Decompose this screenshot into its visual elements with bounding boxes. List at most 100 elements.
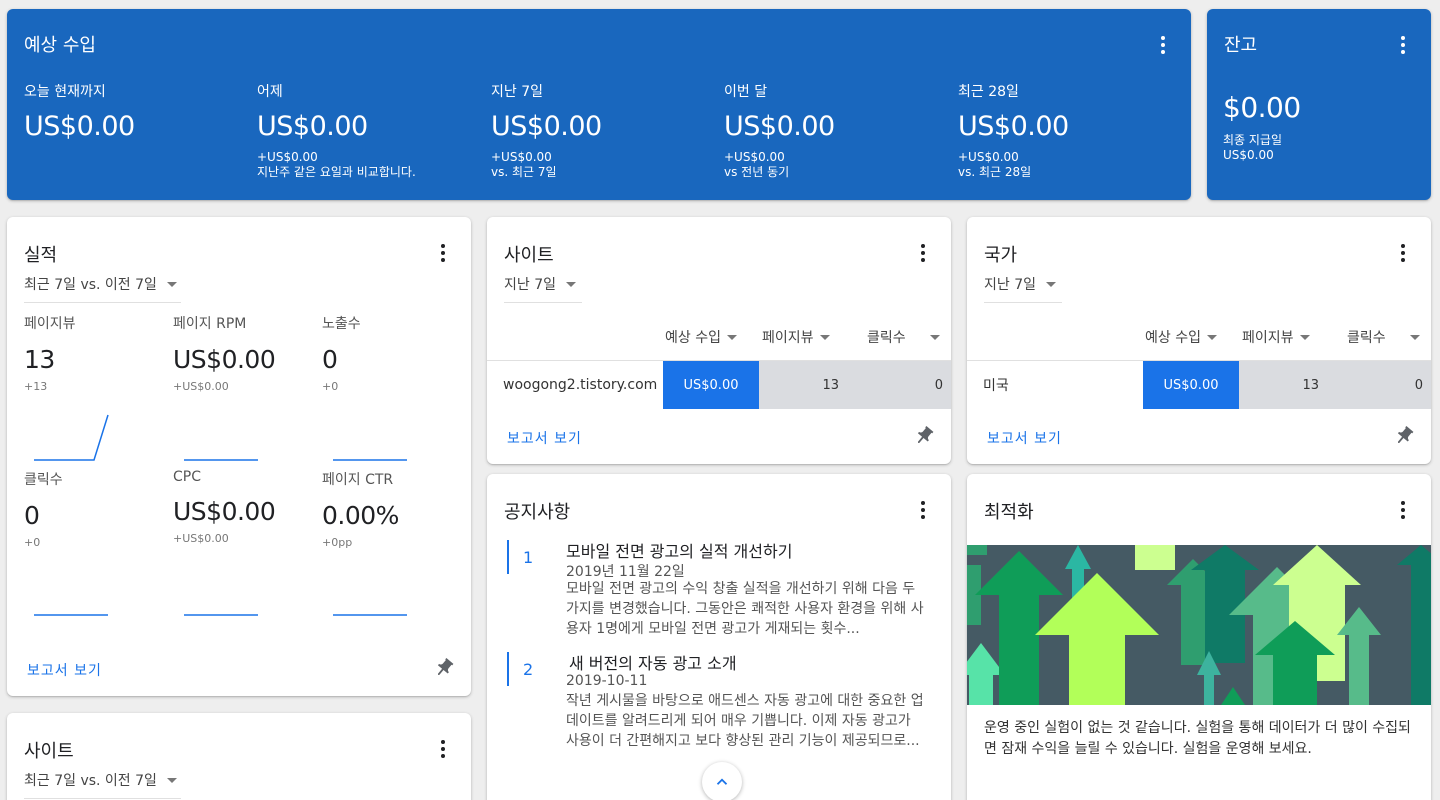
column-header-pageviews[interactable]: 페이지뷰 [1242,327,1310,347]
metric-clicks[interactable]: 클릭수 0 +0 [24,469,164,549]
column-header-label: 클릭수 [1347,330,1386,346]
countries-range-dropdown[interactable]: 지난 7일 [984,274,1062,303]
metric-value: 0 [24,501,40,530]
performance-range-dropdown[interactable]: 최근 7일 vs. 이전 7일 [24,274,181,303]
countries-title: 국가 [984,245,1018,266]
metric-value: US$0.00 [173,345,276,374]
range-label: 최근 7일 vs. 이전 7일 [24,773,157,789]
column-header-pageviews[interactable]: 페이지뷰 [762,327,830,347]
earnings-delta: +US$0.00 [491,150,552,164]
sparkline-pageviews [34,414,109,461]
earnings-menu-icon[interactable] [1151,33,1175,57]
metric-pageviews[interactable]: 페이지뷰 13 +13 [24,313,164,393]
sort-icon [1299,334,1310,340]
notice-body: 작년 게시물을 바탕으로 애드센스 자동 광고에 대한 중요한 업데이트를 알려… [566,693,924,749]
column-header-label: 페이지뷰 [762,330,814,346]
earnings-value: US$0.00 [958,111,1069,142]
column-header-label: 클릭수 [867,330,906,346]
sites-title: 사이트 [504,245,554,266]
earnings-value: US$0.00 [724,111,835,142]
sites-range-dropdown[interactable]: 지난 7일 [504,274,582,303]
metric-value: 0 [322,345,338,374]
earnings-label: 오늘 현재까지 [24,84,106,100]
balance-value: $0.00 [1223,91,1301,124]
notice-title[interactable]: 모바일 전면 광고의 실적 개선하기 [566,538,792,562]
sparkline-page-rpm [184,459,258,461]
metric-page-rpm[interactable]: 페이지 RPM US$0.00 +US$0.00 [173,313,313,393]
earnings-label: 최근 28일 [958,84,1019,100]
countries-card: 국가 지난 7일 예상 수입 페이지뷰 클릭수 미국 US$0.00 13 0 … [967,217,1431,464]
chevron-down-icon [1046,281,1056,287]
performance-title: 실적 [24,245,58,266]
metric-impressions[interactable]: 노출수 0 +0 [322,313,462,393]
performance-card: 실적 최근 7일 vs. 이전 7일 페이지뷰 13 +13 페이지 RPM U… [7,217,471,696]
metric-page-ctr[interactable]: 페이지 CTR 0.00% +0pp [322,469,462,549]
optimization-menu-icon[interactable] [1391,498,1415,522]
notice-title[interactable]: 새 버전의 자동 광고 소개 [569,650,737,674]
earnings-title: 예상 수입 [24,35,96,56]
column-header-label: 페이지뷰 [1242,330,1294,346]
earnings-compare: vs. 최근 28일 [958,165,1032,179]
countries-menu-icon[interactable] [1391,241,1415,265]
earnings-yesterday[interactable]: 어제 US$0.00 +US$0.00 지난주 같은 요일과 비교합니다. [257,81,487,180]
country-name: 미국 [983,378,1009,394]
metric-cpc[interactable]: CPC US$0.00 +US$0.00 [173,469,313,545]
earnings-label: 어제 [257,84,283,100]
pin-icon[interactable] [1393,425,1415,447]
last-payment-label: 최종 지급일 [1223,133,1283,147]
earnings-today[interactable]: 오늘 현재까지 US$0.00 [24,81,254,142]
optimization-body: 운영 중인 실험이 없는 것 같습니다. 실험을 통해 데이터가 더 많이 수집… [984,720,1411,757]
pin-icon[interactable] [913,425,935,447]
metric-delta: +13 [24,380,48,393]
notice-body: 모바일 전면 광고의 수익 창출 실적을 개선하기 위해 다음 두 가지를 변경… [566,581,924,637]
optimization-card: 최적화 운영 중인 실험이 없는 것 같습니다. 실험을 통해 데이터가 더 많… [967,474,1431,800]
column-header-label: 예상 수입 [1145,330,1201,346]
range-label: 지난 7일 [504,277,556,293]
metric-value: 13 [24,345,55,374]
metric-delta: +0 [24,536,41,549]
notice-number: 1 [507,540,533,574]
sites-comparison-title: 사이트 [24,741,74,762]
countries-report-link[interactable]: 보고서 보기 [987,428,1062,448]
column-header-earnings[interactable]: 예상 수입 [665,327,737,347]
balance-title: 잔고 [1224,35,1258,56]
metric-delta: +0pp [322,536,353,549]
earnings-label: 지난 7일 [491,84,543,100]
sites-report-link[interactable]: 보고서 보기 [507,428,582,448]
metric-delta: +0 [322,380,339,393]
sort-icon [819,334,830,340]
range-label: 지난 7일 [984,277,1036,293]
notices-menu-icon[interactable] [911,498,935,522]
earnings-delta: +US$0.00 [257,150,318,164]
sites-comparison-menu-icon[interactable] [431,737,455,761]
metric-delta: +US$0.00 [173,532,229,545]
earnings-compare: vs. 최근 7일 [491,165,557,179]
earnings-compare: vs 전년 동기 [724,165,790,179]
earnings-last-28-days[interactable]: 최근 28일 US$0.00 +US$0.00 vs. 최근 28일 [958,81,1188,180]
balance-menu-icon[interactable] [1391,33,1415,57]
chevron-down-icon [166,281,177,287]
clicks-value: 0 [934,377,943,393]
balance-card[interactable]: 잔고 $0.00 최종 지급일 US$0.00 [1207,9,1431,200]
metric-label: CPC [173,469,201,485]
earnings-this-month[interactable]: 이번 달 US$0.00 +US$0.00 vs 전년 동기 [724,81,954,180]
pin-icon[interactable] [433,657,455,679]
column-header-clicks[interactable]: 클릭수 [867,327,940,347]
performance-report-link[interactable]: 보고서 보기 [27,660,102,680]
notice-number: 2 [507,652,533,686]
scroll-up-button[interactable] [702,762,742,800]
performance-menu-icon[interactable] [431,241,455,265]
sites-menu-icon[interactable] [911,241,935,265]
notices-title: 공지사항 [504,502,571,523]
metric-delta: +US$0.00 [173,380,229,393]
column-header-clicks[interactable]: 클릭수 [1347,327,1420,347]
column-header-earnings[interactable]: 예상 수입 [1145,327,1217,347]
sort-icon [1409,334,1420,340]
table-row[interactable]: 미국 US$0.00 13 0 [967,361,1431,409]
earnings-bar: US$0.00 [663,361,759,409]
last-payment-value: US$0.00 [1223,148,1274,162]
sites-comparison-range-dropdown[interactable]: 최근 7일 vs. 이전 7일 [24,770,181,799]
table-row[interactable]: woogong2.tistory.com US$0.00 13 0 [487,361,951,409]
earnings-last-7-days[interactable]: 지난 7일 US$0.00 +US$0.00 vs. 최근 7일 [491,81,721,180]
sparkline-clicks [34,614,108,616]
